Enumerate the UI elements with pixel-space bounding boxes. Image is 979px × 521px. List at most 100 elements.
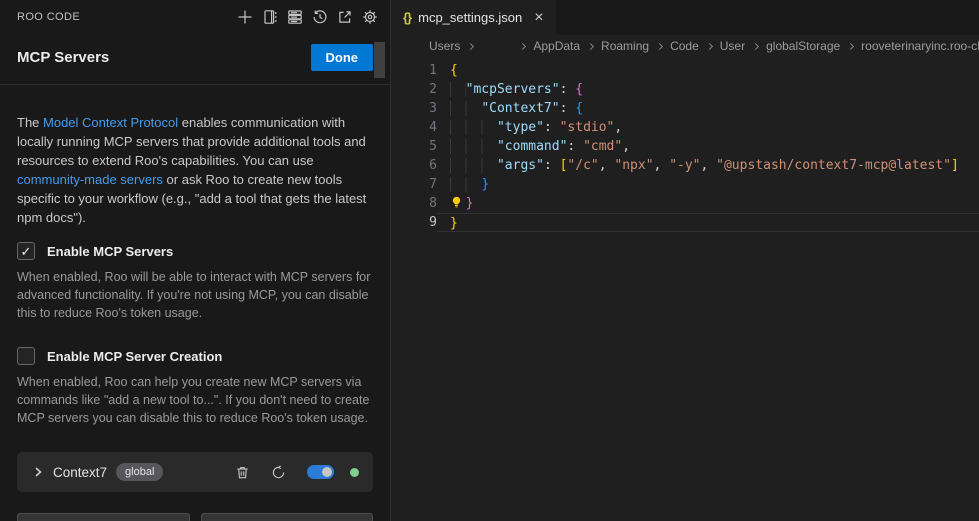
code-token: "-y": [669, 158, 700, 173]
tab-bar: {} mcp_settings.json ×: [391, 0, 979, 35]
code-token: {: [575, 82, 583, 97]
breadcrumb-item[interactable]: Roaming: [601, 39, 649, 53]
checkbox-unchecked[interactable]: [17, 347, 35, 365]
breadcrumb-item[interactable]: rooveterinaryinc.roo-cli: [861, 39, 979, 53]
line-content: "args": ["/c", "npx", "-y", "@upstash/co…: [437, 156, 979, 175]
page-title: MCP Servers: [17, 49, 109, 66]
toggle-description: When enabled, Roo will be able to intera…: [17, 268, 373, 322]
line-number: 7: [391, 175, 437, 194]
toggle-settings: ✓Enable MCP ServersWhen enabled, Roo wil…: [17, 242, 373, 427]
history-icon[interactable]: [311, 8, 328, 25]
code-token: "args": [497, 158, 544, 173]
plus-icon[interactable]: [236, 8, 253, 25]
tab-mcp-settings[interactable]: {} mcp_settings.json ×: [391, 0, 556, 35]
chevron-right-icon: [587, 42, 594, 49]
breadcrumb: Users AppData Roaming Code User globalStorage…: [391, 35, 979, 57]
code-token: {: [575, 101, 583, 116]
header-icons: [236, 8, 378, 25]
code-token: [450, 177, 481, 192]
json-file-icon: {}: [403, 10, 411, 25]
line-content: "mcpServers": {: [437, 80, 979, 99]
notebook-icon[interactable]: [261, 8, 278, 25]
code-token: :: [560, 101, 576, 116]
close-tab-icon[interactable]: ×: [534, 10, 543, 26]
code-token: "mcpServers": [466, 82, 560, 97]
breadcrumb-item[interactable]: AppData: [533, 39, 580, 53]
checkbox-checked[interactable]: ✓: [17, 242, 35, 260]
mcp-server-row-context7[interactable]: Context7 global: [17, 452, 373, 492]
extension-title: ROO CODE: [17, 11, 80, 23]
code-token: [450, 120, 497, 135]
line-content: }: [437, 175, 979, 194]
panel-scrollbar-thumb[interactable]: [374, 42, 385, 78]
code-line[interactable]: 4 "type": "stdio",: [391, 118, 979, 137]
code-line[interactable]: 5 "command": "cmd",: [391, 137, 979, 156]
line-number: 8: [391, 194, 437, 213]
edit-global-mcp-button[interactable]: Edit Global MCP: [17, 513, 190, 521]
chevron-right-icon: [847, 42, 854, 49]
code-token: ,: [599, 158, 615, 173]
panel-body: The Model Context Protocol enables commu…: [0, 85, 390, 521]
toggle-row: Enable MCP Server Creation: [17, 347, 373, 365]
code-line[interactable]: 6 "args": ["/c", "npx", "-y", "@upstash/…: [391, 156, 979, 175]
line-content: }: [437, 194, 979, 213]
code-token: :: [544, 158, 560, 173]
line-number: 4: [391, 118, 437, 137]
code-line[interactable]: 2 "mcpServers": {: [391, 80, 979, 99]
code-token: ,: [701, 158, 717, 173]
code-token: }: [466, 196, 474, 211]
code-token: :: [544, 120, 560, 135]
mcp-servers-icon[interactable]: [286, 8, 303, 25]
text-link[interactable]: Model Context Protocol: [43, 115, 178, 130]
mcp-edit-buttons: Edit Global MCP Edit Project MCP: [17, 513, 373, 521]
line-content: "type": "stdio",: [437, 118, 979, 137]
code-line[interactable]: 9}: [391, 213, 979, 232]
code-token: [450, 139, 497, 154]
panel-header: ROO CODE: [0, 0, 390, 33]
code-token: "npx": [614, 158, 653, 173]
line-number: 2: [391, 80, 437, 99]
code-token: "/c": [567, 158, 598, 173]
code-line[interactable]: 3 "Context7": {: [391, 99, 979, 118]
server-status-dot: [350, 468, 359, 477]
code-token: :: [567, 139, 583, 154]
intro-text: The: [17, 115, 43, 130]
breadcrumb-item[interactable]: Users: [429, 39, 460, 53]
chevron-right-icon[interactable]: [32, 466, 44, 478]
delete-server-icon[interactable]: [234, 464, 251, 481]
line-number: 3: [391, 99, 437, 118]
chevron-right-icon: [706, 42, 713, 49]
breadcrumb-item[interactable]: globalStorage: [766, 39, 840, 53]
breadcrumb-item[interactable]: Code: [670, 39, 699, 53]
text-link[interactable]: community-made servers: [17, 172, 163, 187]
code-line[interactable]: 1{: [391, 61, 979, 80]
code-token: [450, 158, 497, 173]
server-enabled-toggle[interactable]: [307, 465, 334, 479]
code-editor[interactable]: 1{2 "mcpServers": {3 "Context7": {4 "typ…: [391, 57, 979, 521]
toggle-description: When enabled, Roo can help you create ne…: [17, 373, 373, 427]
line-number: 6: [391, 156, 437, 175]
code-token: ,: [622, 139, 630, 154]
line-content: {: [437, 61, 979, 80]
code-token: "command": [497, 139, 567, 154]
scope-badge: global: [116, 463, 163, 481]
code-token: {: [450, 63, 458, 78]
code-line[interactable]: 8}: [391, 194, 979, 213]
code-token: "stdio": [560, 120, 615, 135]
chevron-right-icon: [467, 42, 474, 49]
editor-pane: {} mcp_settings.json × Users AppData Roami…: [391, 0, 979, 521]
code-token: "@upstash/context7-mcp@latest": [716, 158, 951, 173]
toggle-section: ✓Enable MCP ServersWhen enabled, Roo wil…: [17, 242, 373, 322]
code-line[interactable]: 7 }: [391, 175, 979, 194]
done-button[interactable]: Done: [311, 44, 374, 71]
code-token: ,: [654, 158, 670, 173]
restart-server-icon[interactable]: [270, 464, 287, 481]
code-token: }: [450, 216, 458, 231]
breadcrumb-item[interactable]: User: [720, 39, 745, 53]
open-external-icon[interactable]: [336, 8, 353, 25]
edit-project-mcp-button[interactable]: Edit Project MCP: [201, 513, 374, 521]
gear-icon[interactable]: [361, 8, 378, 25]
lightbulb-icon[interactable]: [450, 194, 466, 213]
roo-code-panel: ROO CODE: [0, 0, 391, 521]
line-content: "command": "cmd",: [437, 137, 979, 156]
